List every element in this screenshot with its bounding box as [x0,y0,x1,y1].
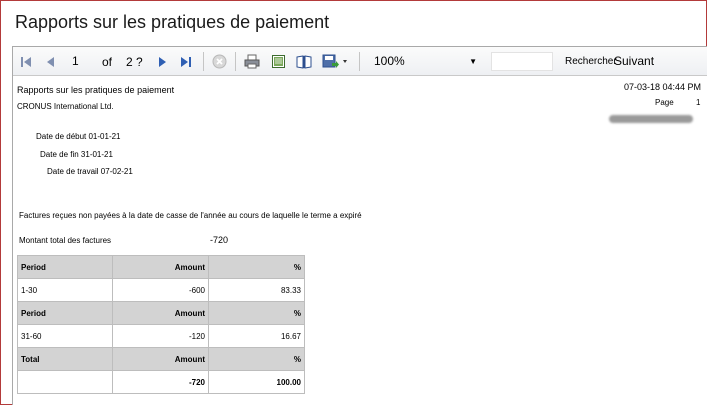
find-next-button[interactable]: Suivant [614,54,654,68]
zoom-select[interactable]: 100% ▼ [371,52,483,71]
export-icon[interactable] [321,53,349,70]
table-cell: % [208,255,305,279]
table-cell: -600 [112,278,209,302]
stop-icon[interactable] [210,53,228,70]
search-button[interactable]: Rechercher [565,56,617,67]
report-title: Rapports sur les pratiques de paiement [17,85,175,95]
zoom-value: 100% [374,54,405,68]
table-header-row: Period Amount% [17,255,305,279]
last-page-icon[interactable] [178,53,194,70]
search-input[interactable] [491,52,553,71]
table-cell: 31-60 [17,324,113,348]
unpaid-invoices-note: Factures reçues non payées à la date de … [19,211,362,220]
table-header-row: Period Amount% [17,301,305,325]
table-cell: 1-30 [17,278,113,302]
window-title: Rapports sur les pratiques de paiement [15,12,330,32]
table-row: 1-30 -600 83.33 [17,278,305,302]
chevron-down-icon: ▼ [469,57,477,66]
company-name: CRONUS International Ltd. [17,102,114,111]
table-row: 31-60 -120 16.67 [17,324,305,348]
report-viewer: 1 of 2 ? 100% ▼ Rechercher Suivant Rappo… [12,46,707,405]
report-window: Rapports sur les pratiques de paiement 1… [0,0,707,405]
page-label: Page [655,98,674,107]
table-cell: Total [17,347,113,371]
page-setup-icon[interactable] [295,53,313,70]
table-cell: -720 [112,370,209,394]
page-number-input[interactable]: 1 [68,52,98,70]
start-date: Date de début 01-01-21 [36,132,121,141]
table-cell: 16.67 [208,324,305,348]
table-cell: % [208,301,305,325]
table-cell: 100.00 [208,370,305,394]
report-datetime: 07-03-18 04:44 PM [624,82,702,92]
table-header-row: Total Amount% [17,347,305,371]
of-label: of [102,55,113,69]
table-cell: Period [17,301,113,325]
toolbar-separator [359,52,360,71]
end-date: Date de fin 31-01-21 [40,150,113,159]
previous-page-icon[interactable] [43,53,59,70]
redacted-user-id [609,115,693,123]
table-cell: Amount [112,255,209,279]
total-invoices-label: Montant total des factures [19,236,112,245]
table-cell: 83.33 [208,278,305,302]
print-icon[interactable] [243,53,261,70]
total-pages-label: 2 ? [126,55,143,69]
page-number: 1 [696,98,701,107]
table-cell: % [208,347,305,371]
print-layout-icon[interactable] [269,53,287,70]
table-cell: Period [17,255,113,279]
table-cell: -120 [112,324,209,348]
table-cell [17,370,113,394]
report-page: Rapports sur les pratiques de paiement C… [13,77,707,405]
viewer-toolbar: 1 of 2 ? 100% ▼ Rechercher Suivant [13,47,707,76]
toolbar-separator [203,52,204,71]
payment-period-table: Period Amount% 1-30 -600 83.33 Period Amount% 3… [17,255,305,394]
work-date: Date de travail 07-02-21 [47,167,133,176]
table-cell: Amount [112,347,209,371]
total-invoices-value: -720 [210,235,229,245]
toolbar-separator [235,52,236,71]
table-cell: Amount [112,301,209,325]
first-page-icon[interactable] [18,53,34,70]
table-row: -720 100.00 [17,370,305,394]
next-page-icon[interactable] [154,53,170,70]
